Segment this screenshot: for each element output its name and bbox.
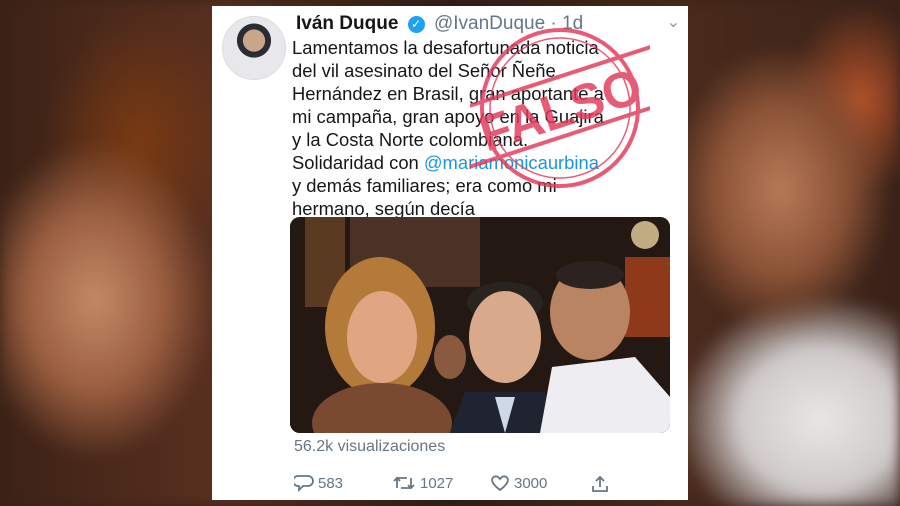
retweet-icon — [393, 476, 415, 490]
tweet-line-mention-row: Solidaridad con @mariamonicaurbina — [292, 151, 682, 174]
tweet-line: Hernández en Brasil, gran aportante a — [292, 83, 604, 104]
tweet-text: Lamentamos la desafortunada noticia del … — [292, 36, 682, 220]
like-count: 3000 — [514, 474, 548, 492]
tweet-line: Lamentamos la desafortunada noticia — [292, 37, 599, 58]
retweet-count: 1027 — [420, 474, 454, 492]
action-bar: 583 1027 3000 — [294, 474, 674, 496]
tweet-photo[interactable] — [290, 217, 670, 433]
tweet-line: del vil asesinato del Señor Ñeñe — [292, 60, 556, 81]
chevron-down-icon[interactable]: ⌄ — [667, 12, 680, 32]
views-count: 56.2k visualizaciones — [294, 438, 446, 455]
avatar[interactable] — [222, 16, 286, 80]
reply-icon — [294, 475, 314, 492]
tweet-card: Iván Duque ✓ @IvanDuque · 1d ⌄ Lamentamo… — [212, 6, 688, 500]
tweet-line: y la Costa Norte colombiana. — [292, 129, 529, 150]
mention-link[interactable]: @mariamonicaurbina — [424, 152, 599, 173]
heart-icon — [491, 475, 509, 492]
retweet-button[interactable]: 1027 — [392, 474, 453, 492]
like-button[interactable]: 3000 — [490, 474, 547, 492]
tweet-line: mi campaña, gran apoyo en la Guajira — [292, 106, 604, 127]
share-icon — [592, 475, 608, 492]
share-button[interactable] — [590, 474, 610, 494]
verified-badge-icon: ✓ — [407, 16, 425, 33]
reply-button[interactable]: 583 — [294, 474, 343, 492]
tweet-line: y demás familiares; era como mi — [292, 175, 557, 196]
photo-illustration — [290, 217, 670, 433]
author-name[interactable]: Iván Duque — [296, 13, 398, 34]
author-handle[interactable]: @IvanDuque · 1d — [434, 13, 583, 34]
reply-count: 583 — [318, 474, 344, 492]
tweet-line: Solidaridad con — [292, 152, 424, 173]
